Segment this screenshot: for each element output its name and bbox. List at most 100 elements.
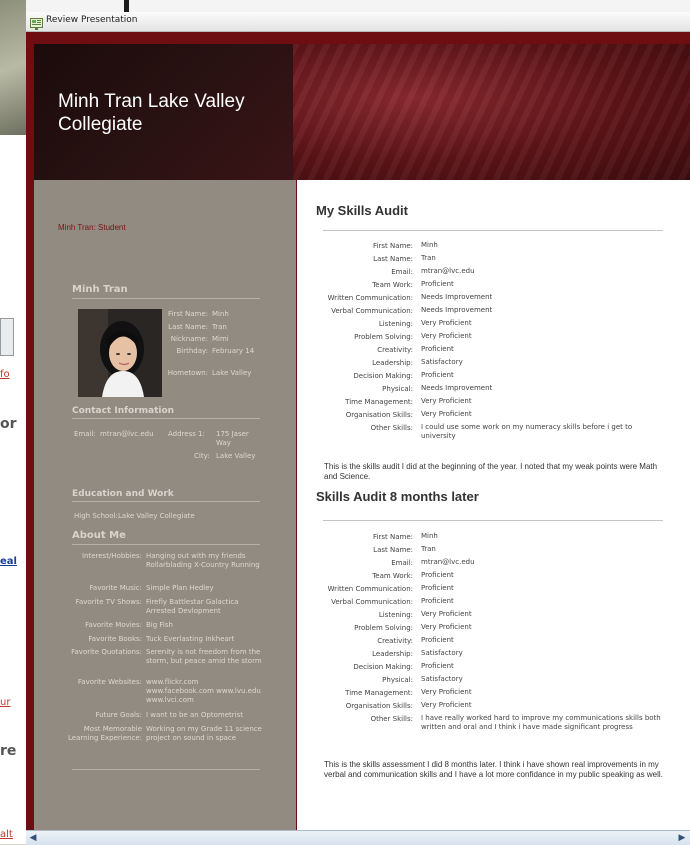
horizontal-scrollbar[interactable]: ◀ ▶: [26, 830, 690, 845]
audit-label: Listening:: [378, 611, 413, 619]
profile-heading: Minh Tran: [72, 284, 128, 295]
header-banner-left: Minh Tran Lake Valley Collegiate: [34, 44, 293, 180]
education-value: Lake Valley Collegiate: [118, 512, 195, 520]
audit-label: Problem Solving:: [354, 333, 413, 341]
audit2-note: This is the skills assessment I did 8 mo…: [324, 760, 663, 779]
audit-value: Tran: [421, 545, 436, 553]
audit-value: Proficient: [421, 345, 454, 353]
audit-value: Needs Improvement: [421, 293, 493, 301]
presentation-window-icon: [30, 15, 43, 30]
window-titlebar[interactable]: Review Presentation: [26, 12, 690, 32]
audit-value: Very Proficient: [421, 397, 472, 405]
audit-value: Very Proficient: [421, 610, 472, 618]
profile-photo: [78, 309, 162, 397]
review-presentation-window: Review Presentation Minh Tran Lake Valle…: [26, 12, 690, 845]
audit-value: I could use some work on my numeracy ski…: [421, 423, 633, 440]
about-label: Most Memorable Learning Experience:: [67, 725, 142, 742]
audit-label: Leadership:: [372, 650, 413, 658]
contact-address: 175 Jaser Way: [216, 430, 249, 447]
audit-label: Physical:: [382, 676, 413, 684]
audit-label: Last Name:: [373, 546, 413, 554]
contact-email[interactable]: mtran@lvc.edu: [100, 430, 154, 439]
about-label: Favorite Websites:: [77, 678, 142, 686]
about-value: Simple Plan Hedley: [146, 584, 214, 592]
education-heading: Education and Work: [72, 489, 174, 499]
audit-value: Very Proficient: [421, 410, 472, 418]
about-label: Future Goals:: [95, 711, 142, 719]
field-label: Last Name:: [168, 323, 208, 331]
contact-heading: Contact Information: [72, 406, 175, 416]
divider: [72, 544, 260, 545]
audit-label: First Name:: [373, 533, 413, 541]
background-link-fragment[interactable]: ur: [0, 697, 26, 708]
education-label: High School:: [74, 512, 118, 520]
audit-value: Proficient: [421, 571, 454, 579]
divider: [72, 769, 260, 770]
scroll-left-arrow-icon[interactable]: ◀: [27, 832, 39, 844]
background-link-fragment[interactable]: fo: [0, 369, 26, 380]
audit-value: Satisfactory: [421, 675, 463, 683]
audit-label: Other Skills:: [370, 715, 413, 723]
audit-value: Minh: [421, 532, 438, 540]
about-value[interactable]: www.flickr.com www.facebook.com www.lvu.…: [146, 678, 262, 705]
about-value: Tuck Everlasting Inkheart: [146, 635, 235, 643]
background-top-strip: [26, 0, 690, 12]
audit-label: Time Management:: [345, 689, 413, 697]
field-value: February 14: [212, 347, 255, 355]
field-label: First Name:: [168, 310, 208, 318]
scroll-right-arrow-icon[interactable]: ▶: [676, 832, 688, 844]
background-heading-fragment: re: [0, 743, 17, 759]
divider: [323, 520, 663, 521]
divider: [72, 418, 260, 419]
audit-label: Organisation Skills:: [345, 411, 413, 419]
audit-value: Very Proficient: [421, 332, 472, 340]
about-label: Interest/Hobbies:: [81, 552, 142, 560]
about-value: Working on my Grade 11 science project o…: [146, 725, 262, 742]
audit-label: Leadership:: [372, 359, 413, 367]
audit-label: Email:: [391, 559, 413, 567]
audit-value: Proficient: [421, 597, 454, 605]
about-label: Favorite Movies:: [85, 621, 142, 629]
audit1-note: This is the skills audit I did at the be…: [324, 462, 658, 481]
audit-value: Tran: [421, 254, 436, 262]
background-link-fragment[interactable]: alt: [0, 829, 26, 840]
contact-email-label: Email:: [74, 430, 96, 438]
audit-value: Needs Improvement: [421, 306, 493, 314]
audit-value: Proficient: [421, 280, 454, 288]
audit-value: Very Proficient: [421, 701, 472, 709]
background-widget: [0, 318, 14, 356]
audit-label: Team Work:: [372, 572, 413, 580]
audit-label: Other Skills:: [370, 424, 413, 432]
about-value: Hanging out with my friends Rollarbladin…: [146, 552, 260, 569]
audit-value: Proficient: [421, 636, 454, 644]
about-value: Firefly Battlestar Galactica Arrested De…: [146, 598, 239, 615]
audit-value: mtran@lvc.edu: [421, 267, 475, 275]
about-label: Favorite Music:: [89, 584, 142, 592]
skills-content: My Skills Audit First Name: Minh Last Na…: [297, 180, 690, 830]
field-value: Mimi: [212, 335, 229, 343]
audit-value: mtran@lvc.edu: [421, 558, 475, 566]
about-value: Big Fish: [146, 621, 173, 629]
about-label: Favorite Books:: [88, 635, 142, 643]
about-label: Favorite Quotations:: [71, 648, 142, 656]
audit-label: First Name:: [373, 242, 413, 250]
background-link-fragment[interactable]: eal: [0, 556, 26, 567]
field-label: Hometown:: [167, 369, 208, 377]
contact-city: Lake Valley: [216, 452, 256, 460]
field-label: Birthday:: [176, 347, 208, 355]
audit-value: Proficient: [421, 662, 454, 670]
audit1-title: My Skills Audit: [316, 203, 408, 218]
about-value: Serenity is not freedom from the storm, …: [146, 648, 262, 665]
audit-label: Creativity:: [377, 346, 413, 354]
audit-value: Proficient: [421, 371, 454, 379]
audit-label: Listening:: [378, 320, 413, 328]
audit-label: Problem Solving:: [354, 624, 413, 632]
audit-label: Written Communication:: [327, 585, 413, 593]
about-label: Favorite TV Shows:: [75, 598, 142, 606]
audit-label: Written Communication:: [327, 294, 413, 302]
user-role: Minh Tran: Student: [58, 223, 126, 232]
presentation-frame: Minh Tran Lake Valley Collegiate Minh Tr…: [26, 32, 690, 830]
audit-value: Very Proficient: [421, 688, 472, 696]
audit-label: Decision Making:: [353, 663, 413, 671]
field-value: Minh: [212, 310, 229, 318]
